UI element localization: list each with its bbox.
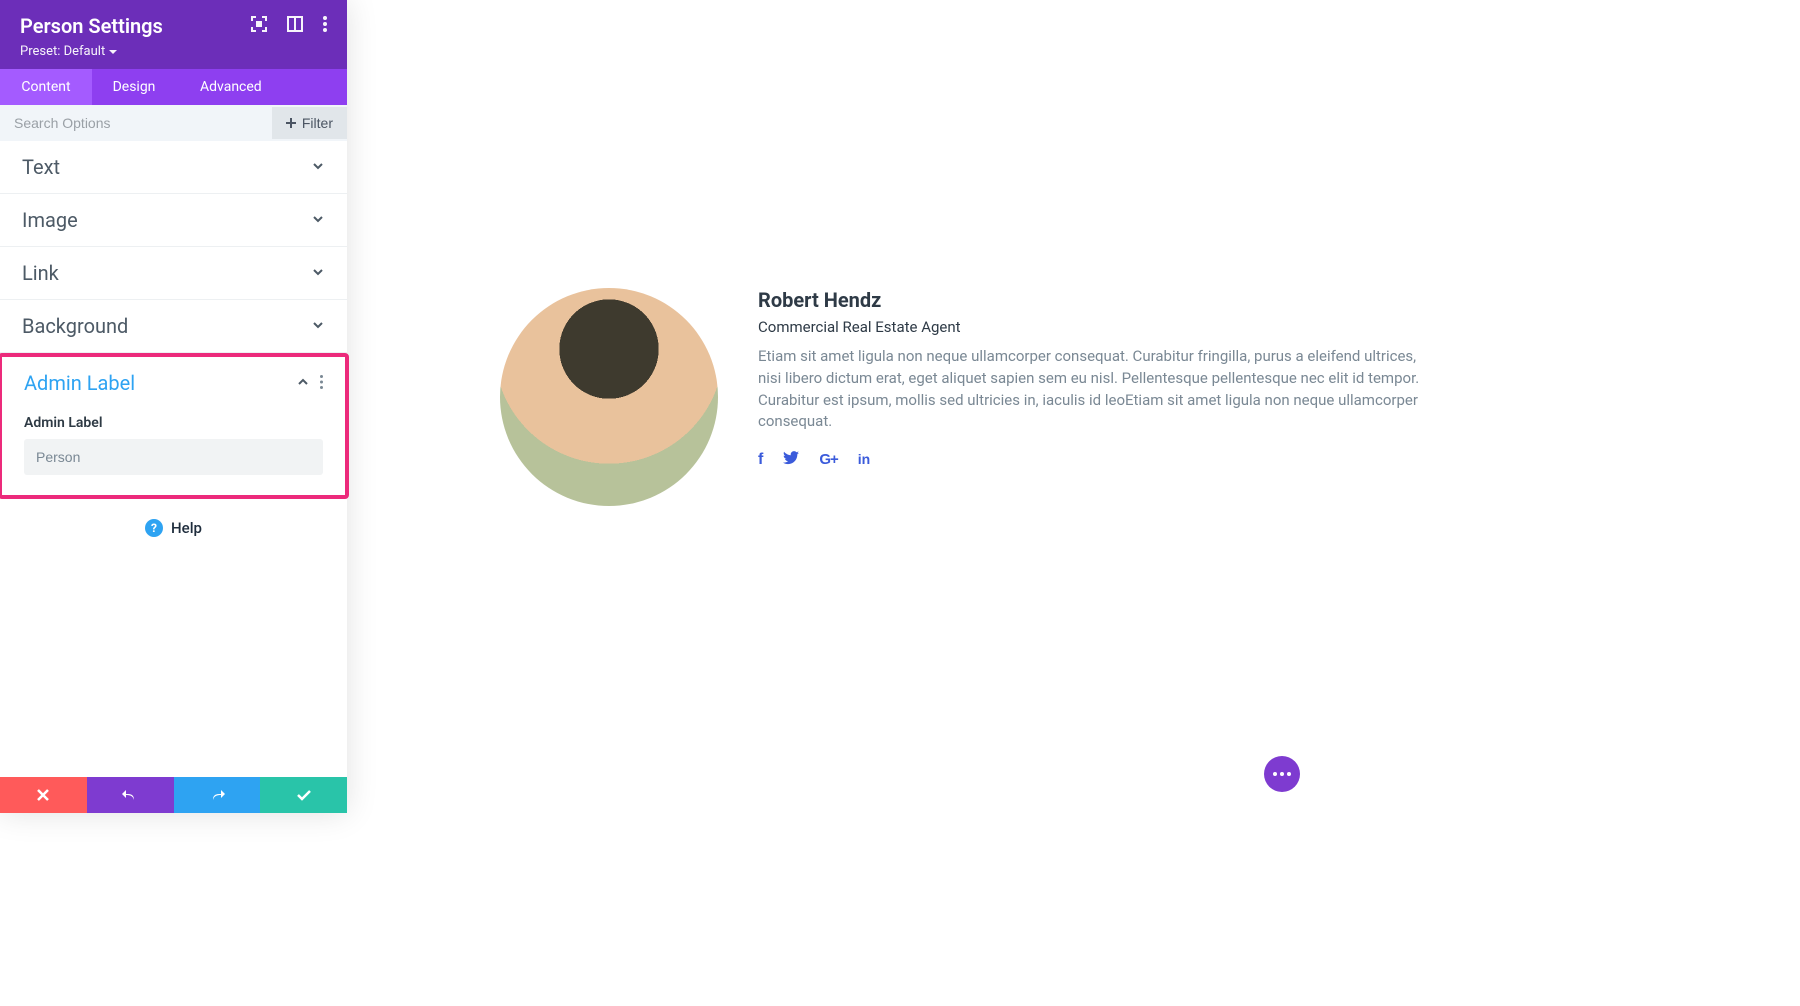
dot-icon	[1287, 772, 1291, 776]
facebook-icon[interactable]: f	[758, 451, 763, 470]
section-admin-label[interactable]: Admin Label	[2, 357, 345, 409]
preview-area: Robert Hendz Commercial Real Estate Agen…	[380, 0, 1800, 1006]
social-row: f G+ in	[758, 451, 1440, 470]
save-button[interactable]	[260, 777, 347, 813]
admin-label-highlight: Admin Label Admin Label	[0, 353, 349, 499]
person-info: Robert Hendz Commercial Real Estate Agen…	[758, 288, 1440, 506]
more-icon[interactable]	[323, 16, 327, 36]
tab-design[interactable]: Design	[92, 69, 176, 105]
chevron-down-icon	[311, 317, 325, 336]
dot-icon	[1280, 772, 1284, 776]
help-button[interactable]: ? Help	[0, 499, 347, 557]
search-input[interactable]	[0, 105, 272, 141]
section-background[interactable]: Background	[0, 300, 347, 353]
section-admin-label-title: Admin Label	[24, 371, 135, 395]
more-icon[interactable]	[320, 374, 323, 393]
search-row: Filter	[0, 105, 347, 141]
redo-button[interactable]	[174, 777, 261, 813]
focus-icon[interactable]	[251, 16, 267, 36]
filter-label: Filter	[302, 115, 333, 131]
avatar	[500, 288, 718, 506]
plus-icon	[286, 118, 296, 128]
dot-icon	[1273, 772, 1277, 776]
panel-header: Person Settings Preset: Default	[0, 0, 347, 69]
filter-button[interactable]: Filter	[272, 107, 347, 139]
tab-advanced[interactable]: Advanced	[176, 69, 347, 105]
section-text-title: Text	[22, 155, 60, 179]
undo-button[interactable]	[87, 777, 174, 813]
google-plus-icon[interactable]: G+	[819, 451, 837, 470]
tabs: Content Design Advanced	[0, 69, 347, 105]
section-image-title: Image	[22, 208, 78, 232]
section-link[interactable]: Link	[0, 247, 347, 300]
person-role: Commercial Real Estate Agent	[758, 318, 1440, 336]
floating-action-button[interactable]	[1264, 756, 1300, 792]
help-label: Help	[171, 519, 202, 537]
person-desc: Etiam sit amet ligula non neque ullamcor…	[758, 346, 1440, 433]
chevron-down-icon	[311, 211, 325, 230]
twitter-icon[interactable]	[783, 451, 799, 470]
chevron-down-icon	[311, 158, 325, 177]
person-card: Robert Hendz Commercial Real Estate Agen…	[500, 288, 1440, 506]
settings-panel: Person Settings Preset: Default Content …	[0, 0, 347, 813]
admin-label-input[interactable]	[24, 439, 323, 475]
panel-layout-icon[interactable]	[287, 16, 303, 36]
section-link-title: Link	[22, 261, 59, 285]
admin-label-body: Admin Label	[2, 415, 345, 495]
panel-footer	[0, 777, 347, 813]
chevron-down-icon	[311, 264, 325, 283]
chevron-up-icon	[296, 374, 310, 393]
chevron-down-icon	[109, 48, 117, 56]
section-background-title: Background	[22, 314, 128, 338]
cancel-button[interactable]	[0, 777, 87, 813]
panel-title: Person Settings	[20, 14, 163, 38]
section-image[interactable]: Image	[0, 194, 347, 247]
person-name: Robert Hendz	[758, 288, 1440, 312]
tab-content[interactable]: Content	[0, 69, 92, 105]
help-icon: ?	[145, 519, 163, 537]
preset-selector[interactable]: Preset: Default	[20, 44, 327, 59]
linkedin-icon[interactable]: in	[858, 451, 870, 470]
preset-label: Preset: Default	[20, 44, 105, 59]
admin-label-field-label: Admin Label	[24, 415, 323, 431]
section-text[interactable]: Text	[0, 141, 347, 194]
